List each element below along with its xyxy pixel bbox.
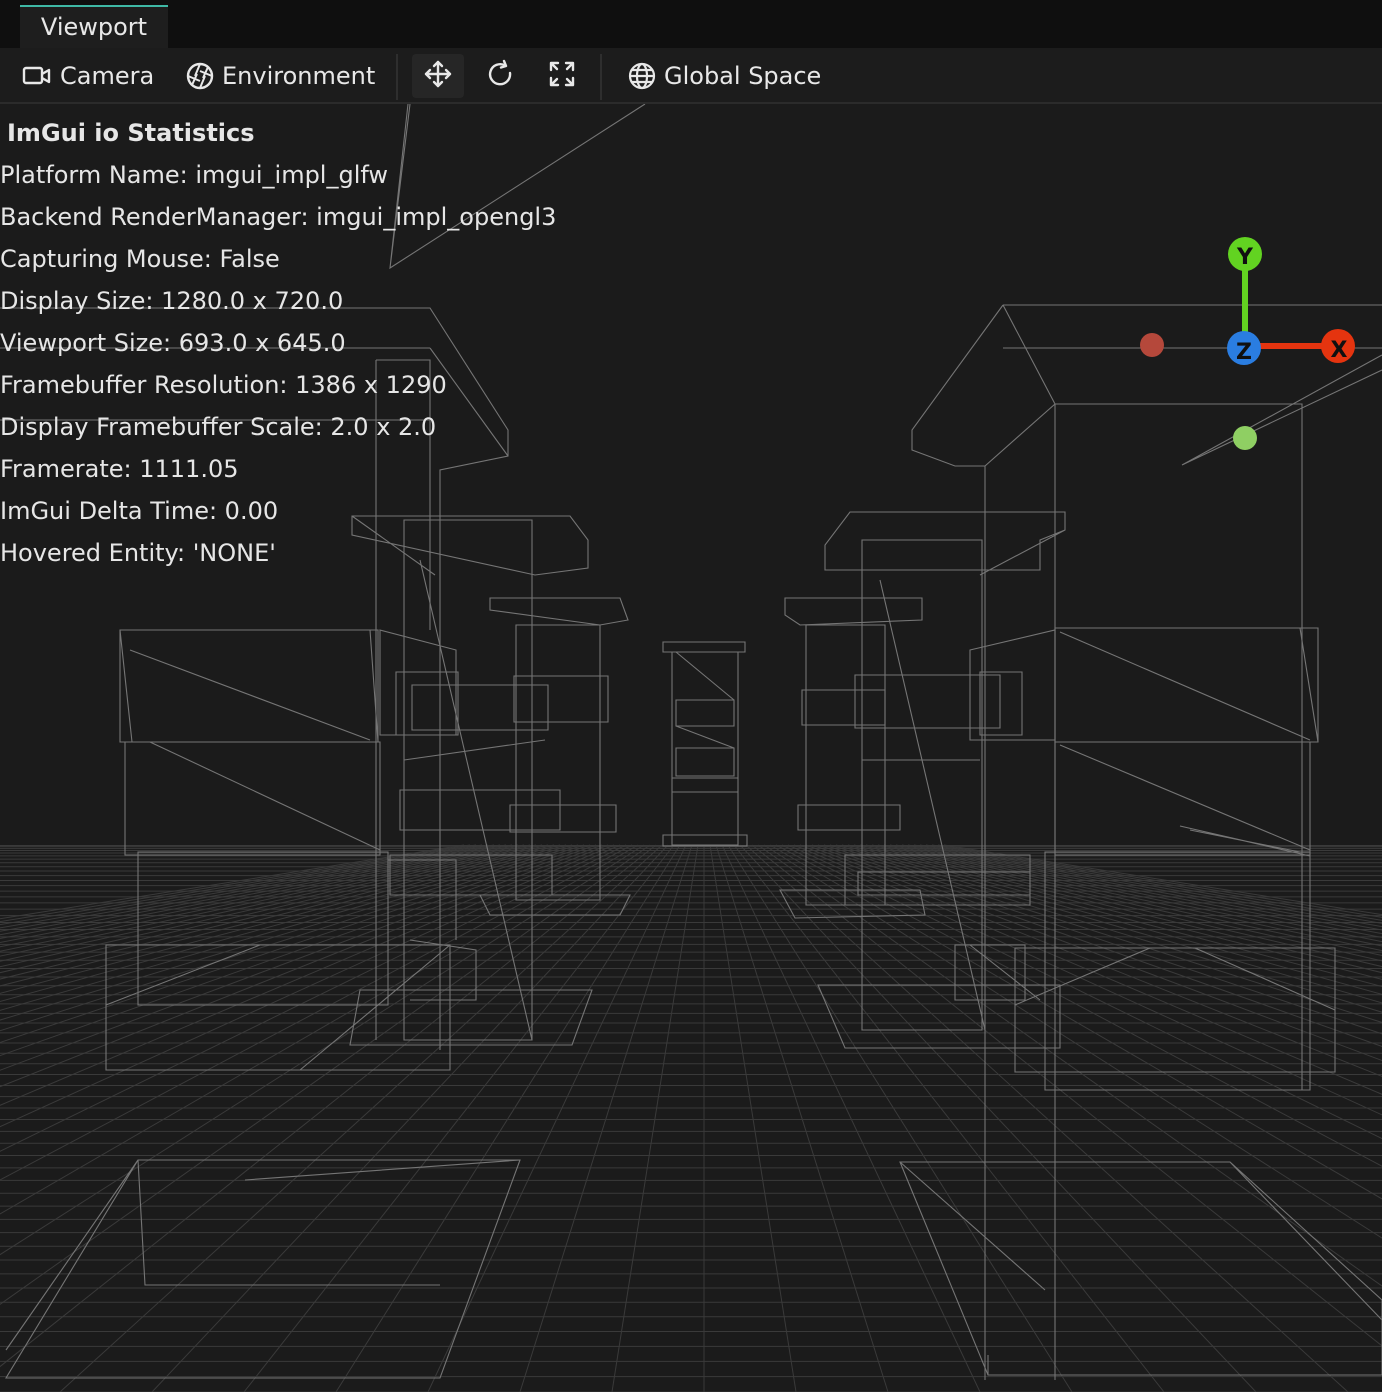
z-axis-label: Z bbox=[1236, 340, 1252, 365]
grid-line bbox=[835, 844, 1382, 1004]
y-axis-label: Y bbox=[1236, 245, 1254, 270]
grid-line bbox=[0, 844, 489, 932]
stats-platform-name: Platform Name: imgui_impl_glfw bbox=[0, 161, 389, 189]
environment-button[interactable]: Environment bbox=[186, 48, 375, 104]
grid-line bbox=[925, 844, 1382, 924]
stats-delta-time: ImGui Delta Time: 0.00 bbox=[0, 497, 279, 525]
camera-button[interactable]: Camera bbox=[22, 48, 154, 104]
grid-line bbox=[611, 844, 699, 1392]
stats-framerate: Framerate: 1111.05 bbox=[0, 455, 239, 483]
stats-viewport-size: Viewport Size: 693.0 x 645.0 bbox=[0, 329, 346, 357]
grid-line bbox=[0, 844, 609, 1088]
global-space-button[interactable]: Global Space bbox=[628, 48, 821, 104]
globe-icon bbox=[628, 62, 656, 90]
grid-line bbox=[427, 844, 687, 1392]
x-axis-label: X bbox=[1331, 338, 1348, 363]
grid-line bbox=[937, 844, 1382, 918]
grid-line bbox=[823, 844, 1382, 1023]
title-bar: Viewport bbox=[0, 0, 1382, 48]
grid-line bbox=[865, 844, 1382, 968]
stats-display-size: Display Size: 1280.0 x 720.0 bbox=[0, 287, 344, 315]
grid-line bbox=[739, 844, 1257, 1392]
grid-line bbox=[943, 844, 1382, 916]
grid-line bbox=[721, 844, 981, 1392]
negative-x-handle[interactable] bbox=[1140, 333, 1164, 357]
grid-line bbox=[841, 844, 1382, 995]
aperture-icon bbox=[186, 62, 214, 90]
tab-viewport[interactable]: Viewport bbox=[20, 5, 168, 48]
grid-line bbox=[0, 844, 555, 987]
toolbar-separator bbox=[396, 54, 398, 100]
grid-line bbox=[799, 844, 1382, 1077]
grid-line bbox=[745, 844, 1349, 1392]
grid-line bbox=[0, 844, 573, 1011]
video-camera-icon bbox=[22, 65, 52, 87]
grid-line bbox=[0, 844, 561, 994]
grid-line bbox=[919, 844, 1382, 928]
rotate-tool-button[interactable] bbox=[474, 54, 526, 98]
stats-framebuffer-resolution: Framebuffer Resolution: 1386 x 1290 bbox=[0, 371, 447, 399]
grid-line bbox=[0, 844, 639, 1215]
grid-line bbox=[0, 844, 603, 1071]
move-arrows-icon bbox=[423, 59, 453, 93]
stats-hovered-entity: Hovered Entity: 'NONE' bbox=[0, 539, 276, 567]
scale-tool-button[interactable] bbox=[536, 54, 588, 98]
stats-backend-render-manager: Backend RenderManager: imgui_impl_opengl… bbox=[0, 203, 557, 231]
move-tool-button[interactable] bbox=[412, 54, 464, 98]
grid-line bbox=[0, 844, 621, 1128]
grid-line bbox=[0, 844, 513, 948]
grid-line bbox=[811, 844, 1382, 1047]
grid-line bbox=[793, 844, 1382, 1095]
stats-title: ImGui io Statistics bbox=[7, 119, 255, 147]
camera-label: Camera bbox=[60, 62, 155, 90]
grid-line bbox=[0, 844, 597, 1057]
expand-corners-icon bbox=[547, 59, 577, 93]
grid-line bbox=[0, 844, 645, 1256]
grid-line bbox=[727, 844, 1073, 1392]
grid-line bbox=[519, 844, 693, 1392]
global-space-label: Global Space bbox=[664, 62, 822, 90]
environment-label: Environment bbox=[222, 62, 376, 90]
rotate-icon bbox=[485, 59, 515, 93]
grid-line bbox=[913, 844, 1382, 931]
imgui-statistics-overlay: ImGui io Statistics Platform Name: imgui… bbox=[0, 112, 556, 574]
floor-grid bbox=[0, 844, 1382, 1392]
viewport-toolbar: Camera Environment Global Space bbox=[0, 48, 1382, 104]
toolbar-separator bbox=[600, 54, 602, 100]
grid-line bbox=[0, 844, 633, 1181]
grid-line bbox=[0, 844, 591, 1044]
orientation-gizmo[interactable]: Y X Z bbox=[1120, 224, 1382, 464]
grid-line bbox=[709, 844, 797, 1392]
stats-framebuffer-scale: Display Framebuffer Scale: 2.0 x 2.0 bbox=[0, 413, 437, 441]
grid-line bbox=[151, 844, 669, 1392]
grid-line bbox=[0, 844, 567, 1003]
grid-line bbox=[59, 844, 663, 1392]
negative-y-handle[interactable] bbox=[1233, 426, 1257, 450]
grid-line bbox=[0, 844, 507, 944]
stats-capturing-mouse: Capturing Mouse: False bbox=[0, 245, 280, 273]
